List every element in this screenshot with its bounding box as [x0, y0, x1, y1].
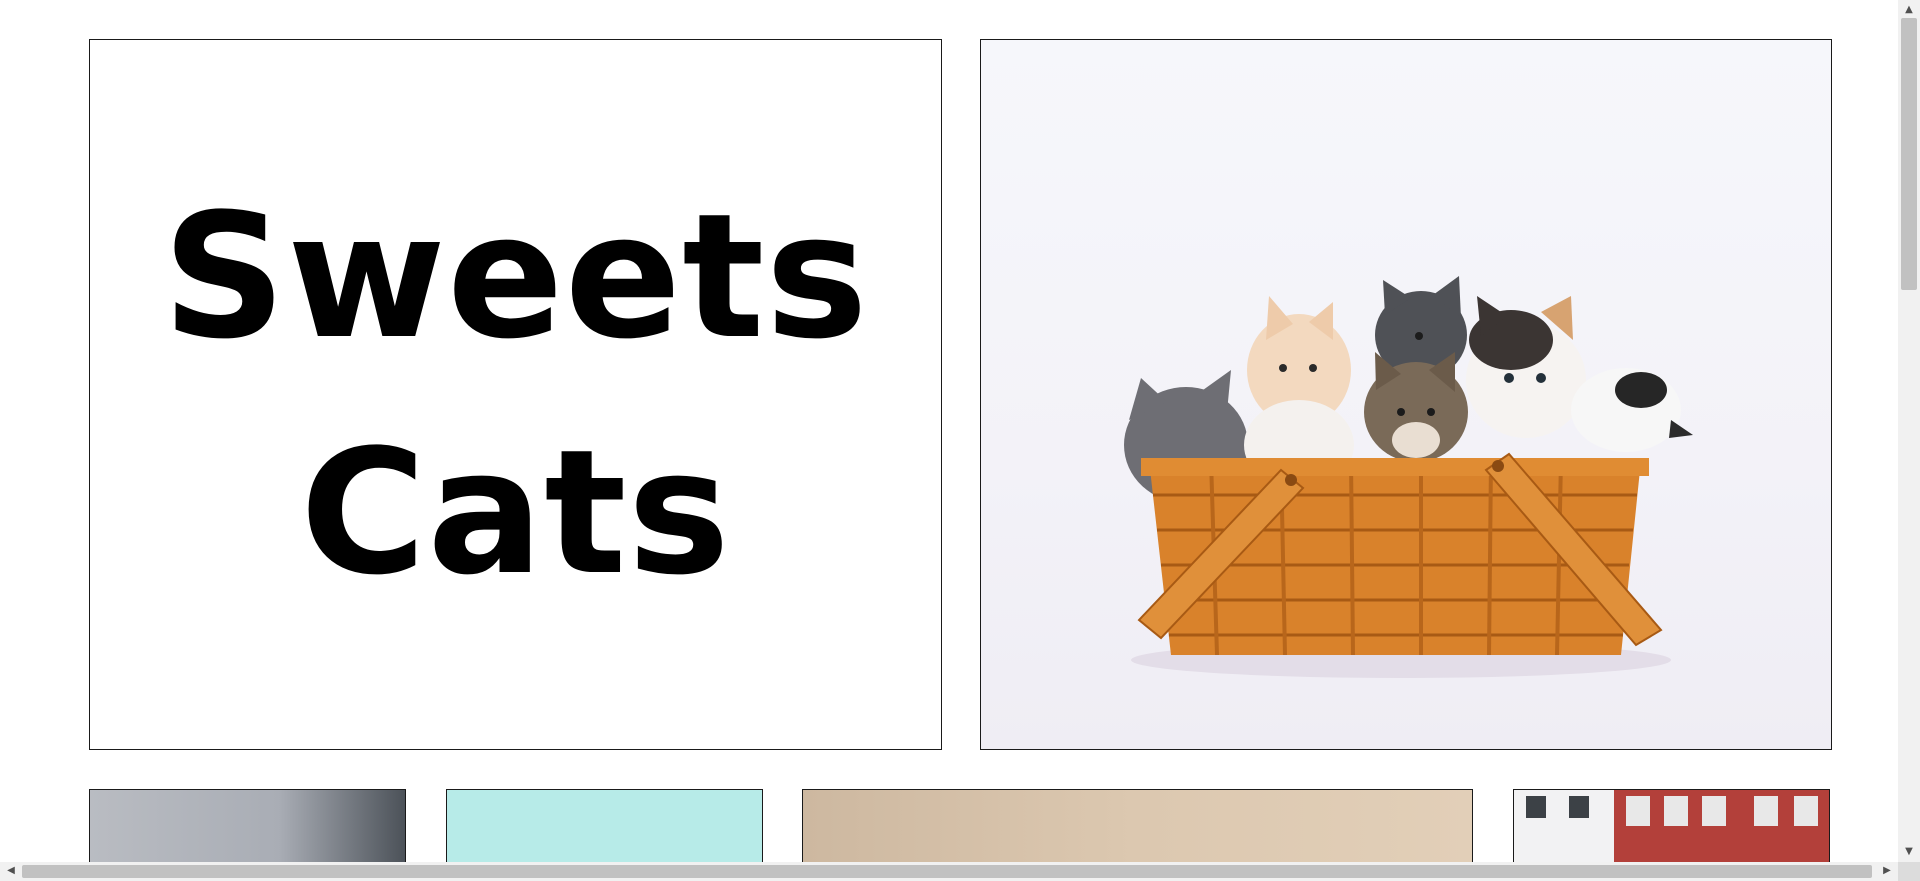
horizontal-scrollbar-thumb[interactable]: [22, 865, 1872, 878]
thumbnail-image-2[interactable]: [446, 789, 763, 862]
scroll-down-icon[interactable]: ▼: [1901, 844, 1917, 860]
vertical-scrollbar[interactable]: ▲ ▼: [1898, 0, 1920, 862]
scrollbar-corner: [1898, 862, 1920, 881]
scroll-up-icon[interactable]: ▲: [1901, 2, 1917, 18]
kittens-in-basket-illustration: [1124, 276, 1693, 678]
thumbnail-image-4[interactable]: [1513, 789, 1830, 862]
horizontal-scrollbar[interactable]: ◀ ▶: [0, 862, 1898, 881]
scroll-right-icon[interactable]: ▶: [1879, 863, 1895, 879]
hero-title-line1: Sweets: [162, 175, 869, 377]
scroll-left-icon[interactable]: ◀: [3, 863, 19, 879]
basket: [1137, 452, 1663, 656]
hero-title: Sweets Cats: [162, 159, 869, 631]
building-facade-illustration: [1514, 790, 1829, 862]
thumbnail-image-3[interactable]: [802, 789, 1473, 862]
hero-title-line2: Cats: [300, 411, 731, 613]
hero-title-card: Sweets Cats: [89, 39, 942, 750]
page: Sweets Cats: [0, 0, 1898, 862]
vertical-scrollbar-thumb[interactable]: [1901, 18, 1917, 290]
thumbnail-image-1[interactable]: [89, 789, 406, 862]
hero-kittens-image: [980, 39, 1832, 750]
